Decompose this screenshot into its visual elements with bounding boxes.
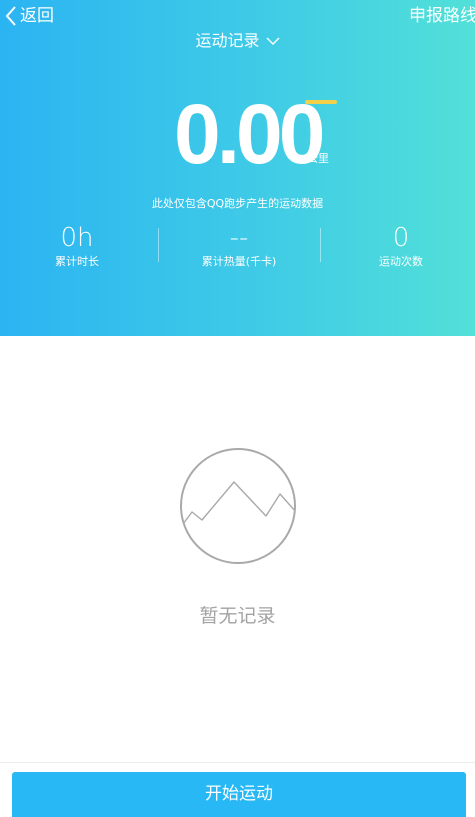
total-distance-value: 0.00 [174, 87, 326, 181]
stat-divider [158, 228, 159, 262]
stat-count-value: 0 [392, 223, 410, 253]
back-button[interactable]: 返回 [4, 4, 54, 28]
stat-duration-value: 0h [60, 223, 94, 253]
stat-count-label: 运动次数 [379, 255, 423, 268]
stat-total-duration: 0h 累计时长 [42, 224, 112, 269]
summary-header: 返回 申报路线 运动记录 0.00 公里 此处仅包含QQ跑步产生的运动数据 0h… [0, 0, 475, 336]
stat-total-calories: -- 累计热量(千卡) [179, 224, 299, 269]
stat-workout-count: 0 运动次数 [365, 224, 437, 269]
report-route-button[interactable]: 申报路线 [409, 4, 475, 28]
stat-duration-label: 累计时长 [55, 255, 99, 268]
record-type-selector[interactable]: 运动记录 [0, 30, 475, 52]
back-label: 返回 [20, 6, 54, 26]
empty-state: 暂无记录 [0, 446, 475, 628]
distance-unit: 公里 [307, 152, 329, 165]
stat-calories-label: 累计热量(千卡) [201, 255, 277, 268]
chevron-left-icon [5, 6, 16, 26]
empty-state-text: 暂无记录 [199, 605, 276, 627]
start-workout-button[interactable]: 开始运动 [12, 772, 466, 817]
stat-divider [320, 228, 321, 262]
record-selector-label: 运动记录 [195, 31, 260, 50]
data-source-note: 此处仅包含QQ跑步产生的运动数据 [151, 197, 324, 210]
distance-accent-bar [305, 100, 337, 104]
bottom-action-bar: 开始运动 [0, 762, 475, 817]
mountain-icon [179, 448, 296, 564]
chevron-down-icon [266, 37, 279, 45]
stat-calories-value: -- [229, 223, 249, 253]
